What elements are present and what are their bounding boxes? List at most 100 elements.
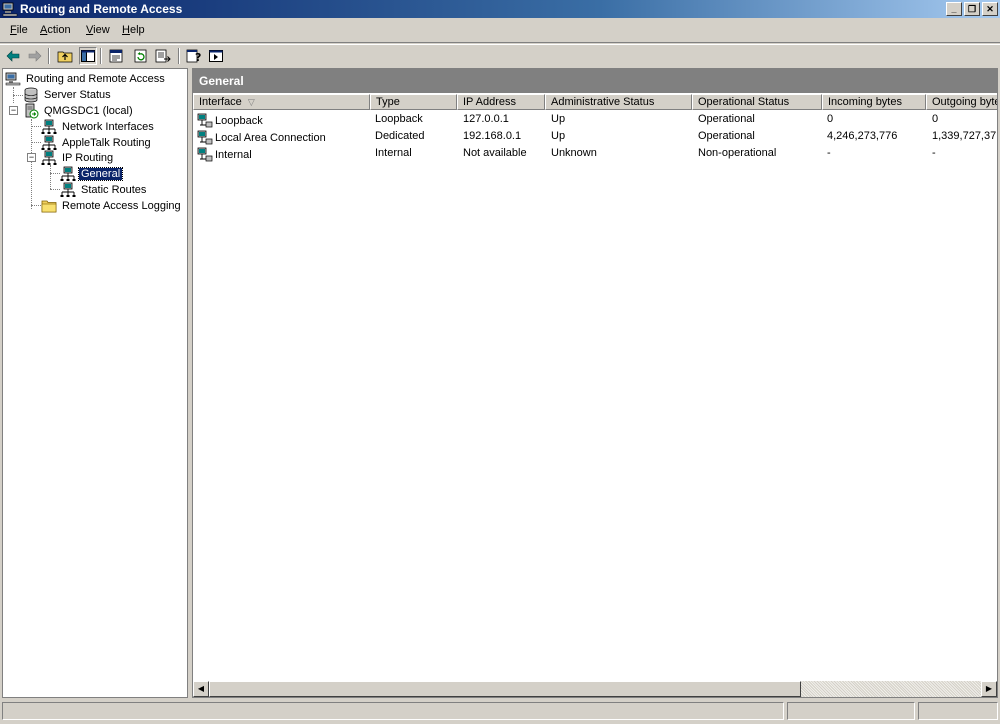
status-bar <box>0 700 1000 724</box>
tree-item-label: Static Routes <box>81 184 147 196</box>
static-routes-icon <box>60 182 76 197</box>
column-header-ip-address[interactable]: IP Address <box>457 94 545 110</box>
cell-type: Internal <box>375 147 412 159</box>
ip-routing-icon <box>41 150 57 165</box>
properties-button[interactable] <box>108 47 126 65</box>
scroll-thumb[interactable] <box>209 681 801 697</box>
cell-admin-status: Up <box>551 130 566 142</box>
status-pane-main <box>2 702 784 720</box>
general-icon <box>60 166 76 181</box>
cell-admin-status: Up <box>551 113 566 125</box>
show-hide-action-pane-icon <box>209 50 223 62</box>
toolbar-separator <box>178 48 180 64</box>
tree-expander-ip-routing[interactable]: − <box>27 153 36 162</box>
cell-operational-status: Operational <box>698 130 755 142</box>
tree-line <box>31 126 41 127</box>
cell-admin-status: Unknown <box>551 147 597 159</box>
console-tree[interactable]: Routing and Remote Access Server Status … <box>2 68 188 698</box>
cell-type: Dedicated <box>375 130 425 142</box>
cell-outgoing-bytes: 1,339,727,37 <box>932 130 997 142</box>
column-header-type[interactable]: Type <box>370 94 457 110</box>
forward-button[interactable] <box>26 47 44 65</box>
cell-interface: Loopback <box>215 115 263 127</box>
cell-ip-address: 192.168.0.1 <box>463 130 522 142</box>
title-bar: Routing and Remote Access _ ❐ ✕ <box>0 0 1000 18</box>
show-hide-action-pane-button[interactable] <box>207 47 225 65</box>
tree-item-label: Server Status <box>44 89 111 101</box>
refresh-button[interactable] <box>132 47 150 65</box>
tree-item-label: Remote Access Logging <box>62 200 181 212</box>
svg-text:?: ? <box>195 51 201 63</box>
menu-action[interactable]: Action <box>38 24 73 36</box>
tree-line <box>31 205 41 206</box>
appletalk-routing-icon <box>41 135 57 150</box>
cell-operational-status: Non-operational <box>698 147 777 159</box>
tree-item-remote-access-logging[interactable]: Remote Access Logging <box>41 198 183 214</box>
tree-line <box>13 95 23 96</box>
menu-help[interactable]: Help <box>120 24 147 36</box>
back-icon <box>6 50 20 62</box>
menu-file[interactable]: File <box>8 24 30 36</box>
help-button[interactable]: ? <box>185 47 203 65</box>
details-title: General <box>199 74 244 88</box>
server-icon <box>25 103 39 119</box>
table-row[interactable]: Loopback Loopback 127.0.0.1 Up Operation… <box>193 112 997 128</box>
tree-item-server-status[interactable]: Server Status <box>23 87 113 103</box>
tree-item-server[interactable]: QMGSDC1 (local) <box>23 103 135 119</box>
scroll-left-button[interactable]: ◀ <box>193 681 209 697</box>
tree-item-network-interfaces[interactable]: Network Interfaces <box>41 119 156 135</box>
close-button[interactable]: ✕ <box>982 2 998 16</box>
up-folder-icon <box>57 51 73 63</box>
tree-item-routing-and-remote-access[interactable]: Routing and Remote Access <box>5 71 167 87</box>
export-list-button[interactable] <box>154 47 172 65</box>
column-header-operational-status[interactable]: Operational Status <box>692 94 822 110</box>
network-interface-icon <box>197 130 213 145</box>
back-button[interactable] <box>4 47 22 65</box>
column-header-administrative-status[interactable]: Administrative Status <box>545 94 692 110</box>
column-header-interface[interactable]: Interface ▽ <box>193 94 370 110</box>
cell-incoming-bytes: 0 <box>827 113 834 125</box>
cell-type: Loopback <box>375 113 423 125</box>
tree-item-label: QMGSDC1 (local) <box>44 105 133 117</box>
window-title: Routing and Remote Access <box>20 2 183 16</box>
cell-interface: Local Area Connection <box>215 132 326 144</box>
refresh-icon <box>134 49 147 63</box>
tree-item-static-routes[interactable]: Static Routes <box>60 182 148 198</box>
cell-incoming-bytes: 4,246,273,776 <box>827 130 898 142</box>
scroll-right-button[interactable]: ▶ <box>981 681 997 697</box>
up-one-level-button[interactable] <box>56 47 74 65</box>
routing-server-icon <box>5 72 21 86</box>
server-status-icon <box>24 87 38 103</box>
tree-expander-server[interactable]: − <box>9 106 18 115</box>
column-header-outgoing-bytes[interactable]: Outgoing bytes <box>926 94 997 110</box>
minimize-button[interactable]: _ <box>946 2 962 16</box>
tree-line <box>50 189 60 190</box>
status-pane-tertiary <box>918 702 998 720</box>
horizontal-scrollbar[interactable]: ◀ ▶ <box>193 681 997 697</box>
tree-item-label: Routing and Remote Access <box>26 73 165 85</box>
toolbar: ? <box>0 44 1000 67</box>
tree-item-ip-routing[interactable]: IP Routing <box>41 150 115 166</box>
toolbar-separator <box>48 48 50 64</box>
tree-item-appletalk-routing[interactable]: AppleTalk Routing <box>41 135 153 151</box>
table-row[interactable]: Local Area Connection Dedicated 192.168.… <box>193 129 997 145</box>
cell-outgoing-bytes: 0 <box>932 113 939 125</box>
tree-line <box>31 119 32 209</box>
menu-view[interactable]: View <box>84 24 112 36</box>
network-interface-icon <box>197 147 213 162</box>
toolbar-separator <box>100 48 102 64</box>
tree-item-general[interactable]: General <box>60 166 124 182</box>
cell-interface: Internal <box>215 149 252 161</box>
menu-bar: File Action View Help <box>0 20 1000 43</box>
network-interface-icon <box>197 113 213 128</box>
cell-ip-address: Not available <box>463 147 527 159</box>
column-header-incoming-bytes[interactable]: Incoming bytes <box>822 94 926 110</box>
show-hide-tree-button[interactable] <box>79 47 97 65</box>
table-row[interactable]: Internal Internal Not available Unknown … <box>193 146 997 162</box>
tree-item-label: IP Routing <box>62 152 114 164</box>
folder-icon <box>41 200 57 213</box>
tree-line <box>31 142 41 143</box>
help-icon: ? <box>186 49 201 63</box>
restore-button[interactable]: ❐ <box>964 2 980 16</box>
tree-item-label: Network Interfaces <box>62 121 154 133</box>
